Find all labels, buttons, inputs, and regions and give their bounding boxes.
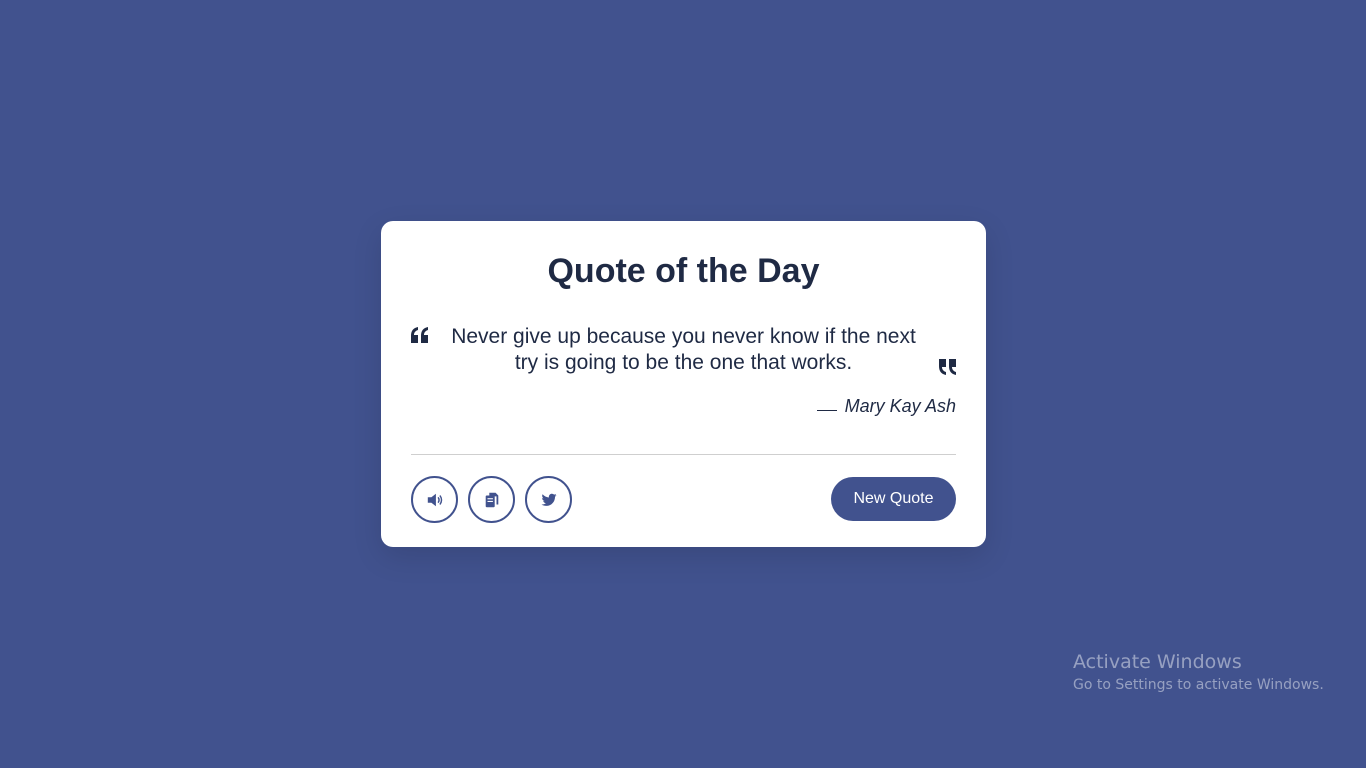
action-buttons — [411, 476, 572, 523]
windows-activation-watermark: Activate Windows Go to Settings to activ… — [1073, 651, 1324, 693]
quote-card: Quote of the Day Never give up because y… — [381, 221, 986, 547]
open-quote-icon — [411, 327, 428, 343]
speak-button[interactable] — [411, 476, 458, 523]
divider — [411, 454, 956, 455]
speaker-icon — [427, 493, 442, 506]
copy-icon — [485, 492, 498, 507]
quote-text: Never give up because you never know if … — [451, 325, 916, 374]
watermark-subtitle: Go to Settings to activate Windows. — [1073, 677, 1324, 693]
author-dash — [816, 410, 837, 411]
page-title: Quote of the Day — [547, 252, 820, 290]
close-quote-icon — [939, 359, 956, 375]
tweet-button[interactable] — [525, 476, 572, 523]
copy-button[interactable] — [468, 476, 515, 523]
watermark-title: Activate Windows — [1073, 651, 1242, 673]
quote-area: Never give up because you never know if … — [411, 324, 956, 384]
author-row: Mary Kay Ash — [816, 396, 956, 417]
twitter-icon — [541, 493, 556, 506]
new-quote-button[interactable]: New Quote — [831, 477, 956, 521]
quote-author: Mary Kay Ash — [844, 396, 956, 416]
